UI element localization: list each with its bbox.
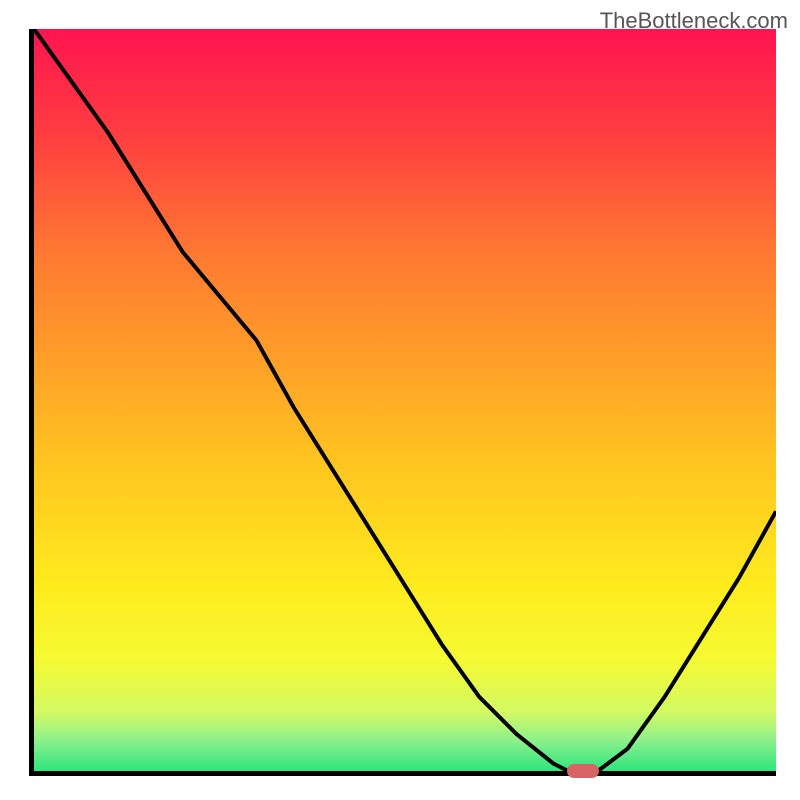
optimal-marker: [567, 764, 599, 778]
plot-area: [29, 29, 776, 776]
chart-container: TheBottleneck.com: [0, 0, 800, 800]
bottleneck-curve: [34, 29, 776, 771]
curve-path: [34, 29, 776, 771]
